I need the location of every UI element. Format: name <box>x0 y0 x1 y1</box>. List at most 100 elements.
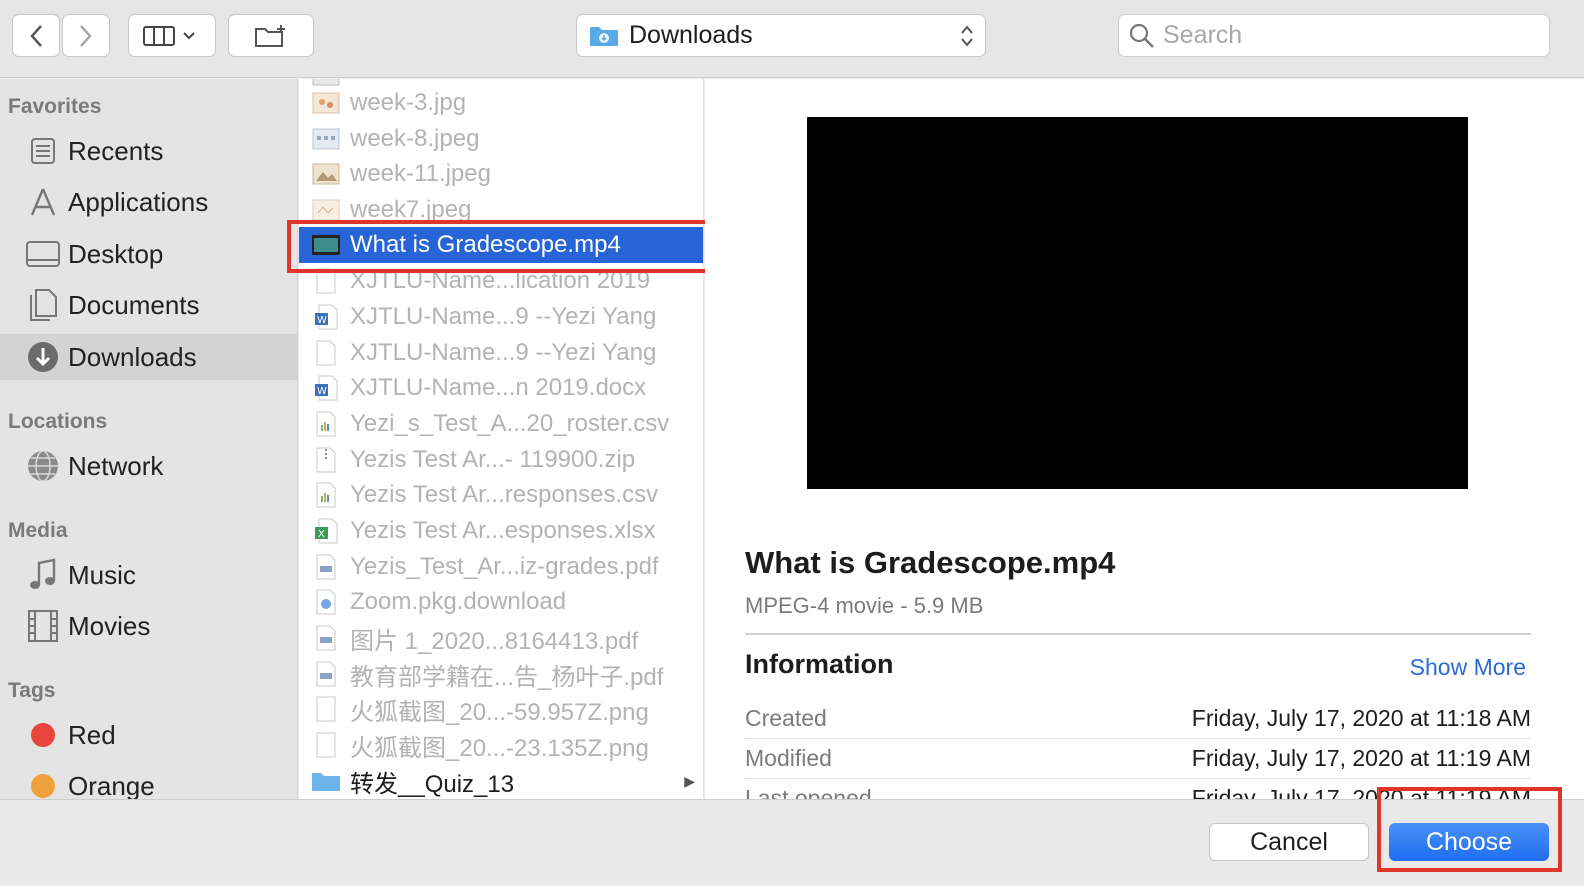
sidebar-item-applications[interactable]: Applications <box>0 179 297 225</box>
selection-highlight-box <box>287 220 711 273</box>
list-item[interactable]: week-11.jpeg <box>299 156 703 192</box>
bottom-bar: Cancel Choose <box>0 799 1584 886</box>
pdf-file-icon <box>311 661 341 687</box>
orange-tag-dot-icon <box>31 774 55 798</box>
list-item-folder[interactable]: 转发__Quiz_13 ▶ <box>299 763 703 799</box>
list-item[interactable]: 教育部学籍在...告_杨叶子.pdf <box>299 656 703 692</box>
search-field[interactable] <box>1118 14 1550 57</box>
list-item[interactable]: 火狐截图_20...-23.135Z.png <box>299 727 703 763</box>
info-row-created: Created Friday, July 17, 2020 at 11:18 A… <box>745 699 1531 739</box>
recents-icon <box>24 132 62 170</box>
disclosure-arrow-icon: ▶ <box>684 772 695 789</box>
new-folder-button[interactable] <box>228 14 314 57</box>
excel-file-icon: X <box>311 518 341 544</box>
image-file-icon <box>311 161 341 187</box>
image-file-icon <box>311 696 341 722</box>
sidebar-item-label: Applications <box>68 186 209 217</box>
applications-icon <box>24 183 62 221</box>
information-heading: Information <box>745 649 894 679</box>
csv-file-icon <box>311 411 341 437</box>
info-row-modified: Modified Friday, July 17, 2020 at 11:19 … <box>745 739 1531 779</box>
cancel-button[interactable]: Cancel <box>1209 823 1369 861</box>
csv-file-icon <box>311 482 341 508</box>
sidebar-item-desktop[interactable]: Desktop <box>0 231 297 277</box>
file-list: week-3.jpg week-8.jpeg week-11.jpeg week… <box>299 79 704 799</box>
documents-icon <box>24 286 62 324</box>
zip-file-icon <box>311 447 341 473</box>
image-file-icon <box>311 732 341 758</box>
sidebar-item-label: Music <box>68 559 136 590</box>
sidebar-item-label: Movies <box>68 610 151 641</box>
sidebar-item-music[interactable]: Music <box>0 552 297 598</box>
up-down-chevron-icon <box>961 25 973 47</box>
svg-text:W: W <box>317 386 327 397</box>
svg-text:X: X <box>318 529 325 540</box>
list-item[interactable]: week-8.jpeg <box>299 121 703 157</box>
search-icon <box>1129 23 1154 48</box>
package-file-icon <box>311 589 341 615</box>
desktop-icon <box>24 235 62 273</box>
downloads-icon <box>24 338 62 376</box>
network-icon <box>24 447 62 485</box>
sidebar-item-movies[interactable]: Movies <box>0 603 297 649</box>
list-item[interactable]: Yezis_Test_Ar...iz-grades.pdf <box>299 549 703 585</box>
chevron-left-icon <box>30 24 42 47</box>
sidebar: Favorites Recents Applications Desktop D… <box>0 79 298 799</box>
divider <box>745 633 1531 635</box>
sidebar-item-network[interactable]: Network <box>0 443 297 489</box>
new-folder-icon <box>255 24 285 47</box>
list-item[interactable]: W XJTLU-Name...n 2019.docx <box>299 370 703 406</box>
red-tag-dot-icon <box>31 723 55 747</box>
movies-icon <box>24 607 62 645</box>
back-button[interactable] <box>12 14 60 57</box>
document-file-icon <box>311 340 341 366</box>
sidebar-item-label: Documents <box>68 289 200 320</box>
pdf-file-icon <box>311 625 341 651</box>
columns-view-icon <box>143 25 195 46</box>
sidebar-item-label: Downloads <box>68 341 197 372</box>
list-item[interactable]: 图片 1_2020...8164413.pdf <box>299 620 703 656</box>
list-item[interactable]: Yezis Test Ar...responses.csv <box>299 477 703 513</box>
sidebar-item-recents[interactable]: Recents <box>0 128 297 174</box>
svg-text:W: W <box>317 315 327 326</box>
word-file-icon: W <box>311 304 341 330</box>
sidebar-item-label: Desktop <box>68 238 164 269</box>
search-input[interactable] <box>1163 21 1543 50</box>
forward-button[interactable] <box>62 14 110 57</box>
downloads-folder-icon <box>590 26 618 46</box>
media-section-title: Media <box>8 519 68 542</box>
word-file-icon: W <box>311 375 341 401</box>
sidebar-item-downloads[interactable]: Downloads <box>0 334 297 380</box>
sidebar-item-documents[interactable]: Documents <box>0 282 297 328</box>
favorites-section-title: Favorites <box>8 95 102 118</box>
view-mode-button[interactable] <box>128 14 216 57</box>
sidebar-item-label: Network <box>68 450 164 481</box>
pdf-file-icon <box>311 554 341 580</box>
chevron-right-icon <box>80 24 92 47</box>
sidebar-item-tag-orange[interactable]: Orange <box>0 763 297 799</box>
list-item[interactable]: 火狐截图_20...-59.957Z.png <box>299 691 703 727</box>
image-file-icon <box>311 90 341 116</box>
list-item[interactable]: XJTLU-Name...9 --Yezi Yang <box>299 335 703 371</box>
list-item[interactable]: Yezi_s_Test_A...20_roster.csv <box>299 406 703 442</box>
preview-title: What is Gradescope.mp4 <box>745 545 1116 580</box>
folder-icon <box>311 768 341 794</box>
preview-pane: What is Gradescope.mp4 MPEG-4 movie - 5.… <box>705 79 1584 799</box>
music-icon <box>24 556 62 594</box>
sidebar-item-tag-red[interactable]: Red <box>0 712 297 758</box>
show-more-link[interactable]: Show More <box>1410 654 1526 681</box>
video-preview[interactable] <box>807 117 1468 489</box>
list-item[interactable]: Zoom.pkg.download <box>299 584 703 620</box>
list-item[interactable]: X Yezis Test Ar...esponses.xlsx <box>299 513 703 549</box>
toolbar: Downloads <box>0 0 1584 78</box>
choose-highlight-box <box>1377 787 1562 872</box>
sidebar-item-label: Orange <box>68 770 155 800</box>
sidebar-item-label: Red <box>68 719 116 750</box>
list-item[interactable]: week-3.jpg <box>299 85 703 121</box>
image-file-icon <box>311 126 341 152</box>
location-popup[interactable]: Downloads <box>576 14 986 57</box>
location-label: Downloads <box>629 21 753 49</box>
sidebar-item-label: Recents <box>68 135 164 166</box>
list-item[interactable]: Yezis Test Ar...- 119900.zip <box>299 442 703 478</box>
list-item[interactable]: W XJTLU-Name...9 --Yezi Yang <box>299 299 703 335</box>
